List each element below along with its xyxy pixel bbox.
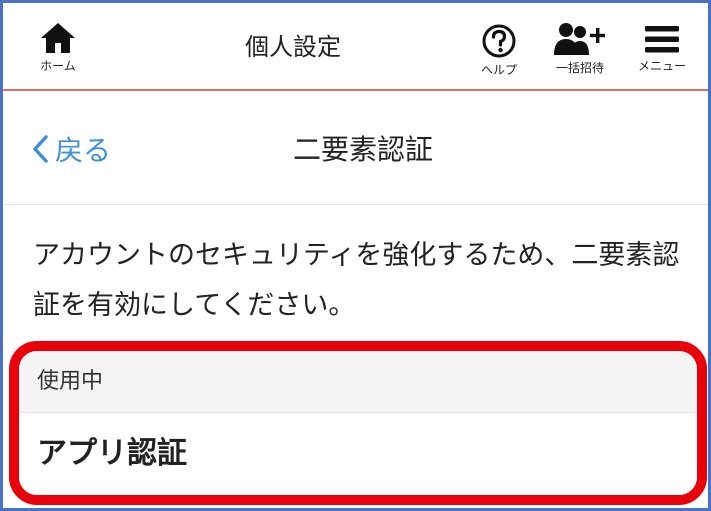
bulk-invite-label: 一括招待 [555, 61, 604, 75]
home-label: ホーム [40, 59, 76, 73]
sub-page-title: 二要素認証 [292, 133, 433, 166]
description-text: アカウントのセキュリティを強化するため、二要素認証を有効にしてください。 [33, 240, 680, 321]
home-icon [41, 23, 75, 53]
help-icon [482, 24, 516, 58]
page-title: 個人設定 [245, 33, 341, 61]
bulk-invite-button[interactable]: 一括招待 [543, 21, 617, 83]
chevron-left-icon [33, 135, 48, 163]
menu-label: メニュー [637, 59, 686, 73]
add-users-icon [554, 23, 605, 55]
top-header: ホーム 個人設定 ヘルプ 一括招待 メニュー [3, 3, 708, 91]
back-label: 戻る [55, 134, 112, 167]
menu-icon [645, 26, 679, 53]
app-auth-item[interactable]: アプリ認証 [19, 413, 697, 495]
sub-header: 戻る 二要素認証 [3, 93, 708, 205]
back-button[interactable]: 戻る [31, 129, 111, 169]
home-button[interactable]: ホーム [25, 21, 91, 83]
help-label: ヘルプ [480, 63, 517, 77]
active-method-section: 使用中 アプリ認証 [9, 341, 707, 505]
app-frame: ホーム 個人設定 ヘルプ 一括招待 メニュー 戻る 二要素認証 アカウントのセキ… [0, 0, 711, 511]
section-header-in-use: 使用中 [19, 351, 697, 413]
menu-button[interactable]: メニュー [625, 23, 699, 85]
help-button[interactable]: ヘルプ [469, 23, 529, 85]
